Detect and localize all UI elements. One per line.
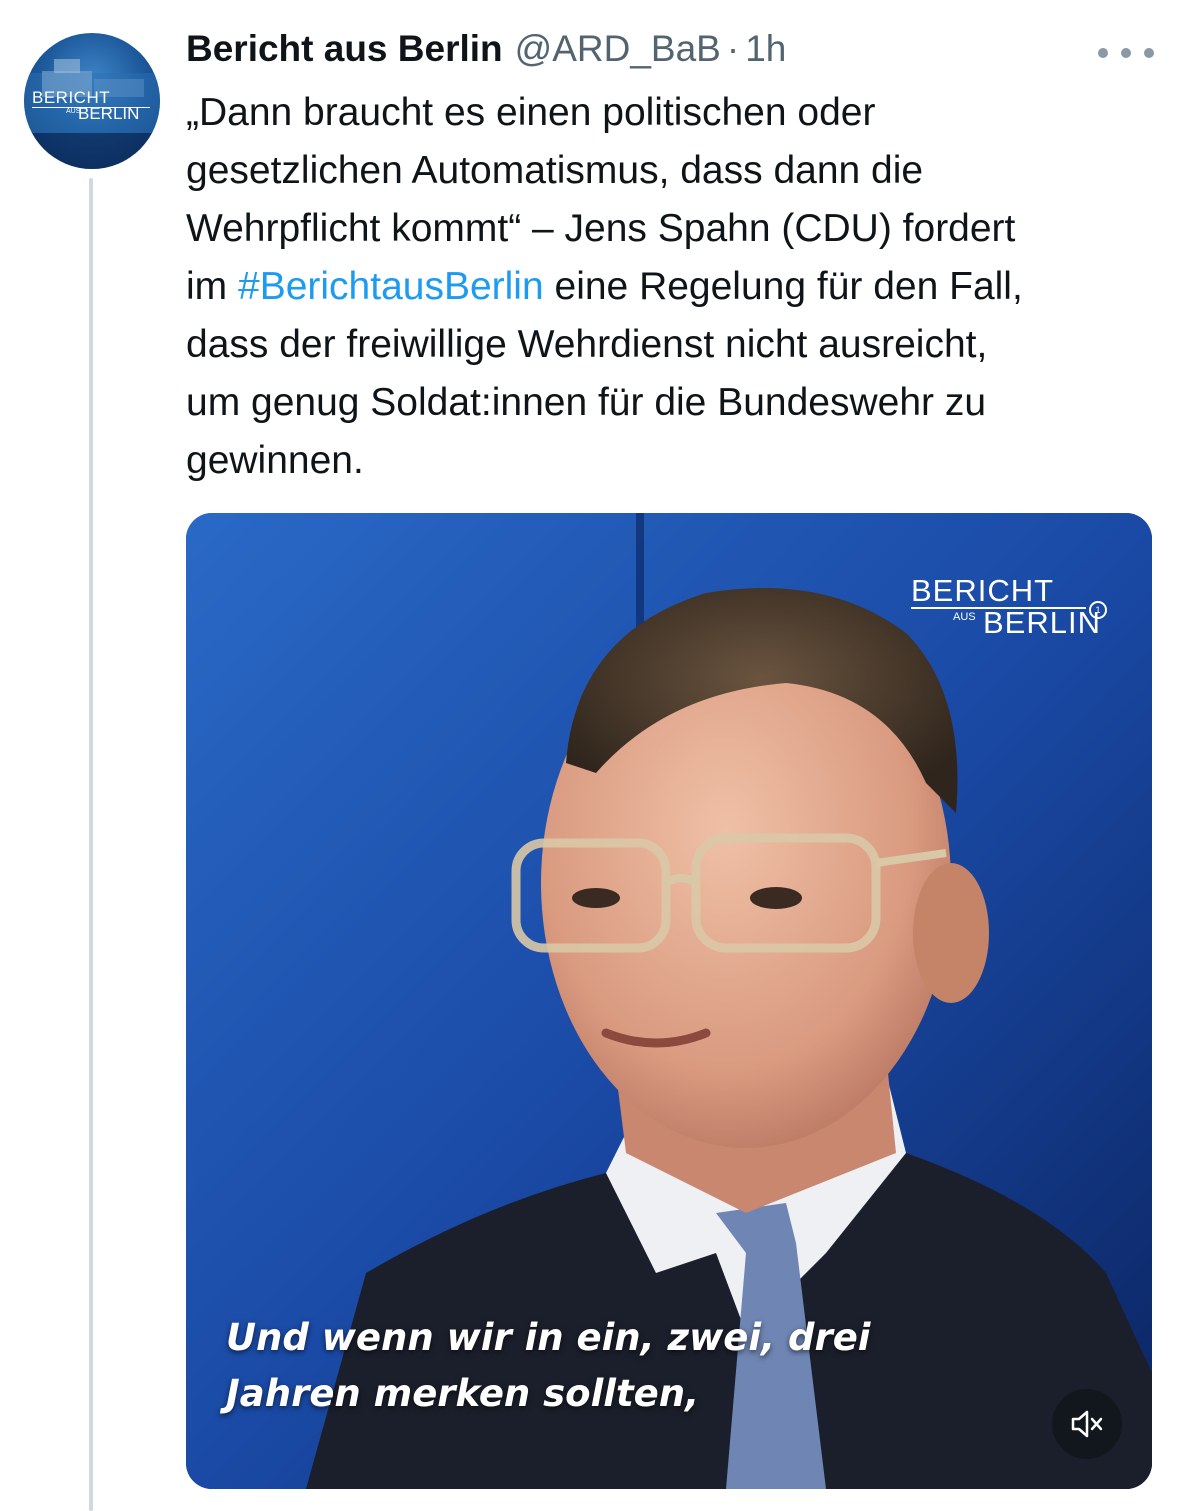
separator-dot: · <box>726 28 740 69</box>
subtitle-line: Jahren merken sollten, <box>226 1372 700 1415</box>
tweet-header: Bericht aus Berlin @ARD_BaB · 1h <box>186 28 786 78</box>
avatar-logo-berlin: BERLIN <box>78 104 140 123</box>
tweet-text-line: „Dann braucht es einen politischen oder <box>186 91 876 134</box>
tweet-text: „Dann braucht es einen politischen oder … <box>186 84 1176 490</box>
thread-line <box>89 178 93 1511</box>
avatar-logo: BERICHT AUS BERLIN <box>32 89 150 122</box>
show-logo: BERICHT AUS BERLIN 1 <box>911 573 1107 640</box>
tweet-text-line: Wehrpflicht kommt“ – Jens Spahn (CDU) fo… <box>186 207 1016 250</box>
timestamp[interactable]: 1h <box>745 28 786 70</box>
tweet-text-line: dass der freiwillige Wehrdienst nicht au… <box>186 323 988 366</box>
video-player[interactable]: BERICHT AUS BERLIN 1 Und wenn wir in ein… <box>186 513 1152 1489</box>
more-options-button[interactable] <box>1098 38 1154 68</box>
tweet-text-after-hashtag: eine Regelung für den Fall, <box>543 265 1023 308</box>
video-subtitle: Und wenn wir in ein, zwei, drei Jahren m… <box>226 1310 870 1422</box>
unmute-button[interactable] <box>1052 1389 1122 1459</box>
more-horizontal-icon-dot <box>1144 48 1154 58</box>
avatar[interactable]: BERICHT AUS BERLIN <box>24 33 160 169</box>
more-horizontal-icon-dot <box>1121 48 1131 58</box>
hashtag-link[interactable]: #BerichtausBerlin <box>238 265 544 308</box>
show-logo-berlin: BERLIN <box>983 605 1101 640</box>
tweet-text-line: gesetzlichen Automatismus, dass dann die <box>186 149 924 192</box>
tweet-text-prefix: im <box>186 265 238 308</box>
subtitle-line: Und wenn wir in ein, zwei, drei <box>226 1316 871 1359</box>
more-horizontal-icon <box>1098 48 1108 58</box>
volume-muted-icon <box>1071 1410 1103 1438</box>
show-logo-aus: AUS <box>953 611 976 623</box>
show-logo-bericht: BERICHT <box>911 573 1055 608</box>
author-name[interactable]: Bericht aus Berlin <box>186 28 503 70</box>
tweet-text-line: um genug Soldat:innen für die Bundeswehr… <box>186 381 987 424</box>
author-handle[interactable]: @ARD_BaB <box>515 28 721 70</box>
tweet[interactable]: BERICHT AUS BERLIN Bericht aus Berlin @A… <box>0 0 1179 1511</box>
tweet-text-line: gewinnen. <box>186 439 364 482</box>
ard-logo-icon: 1 <box>1089 601 1107 619</box>
